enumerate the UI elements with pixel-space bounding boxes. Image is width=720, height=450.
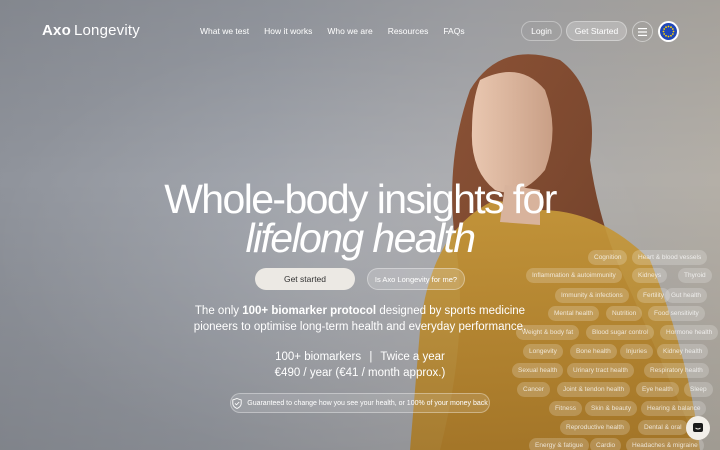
stat-frequency: Twice a year [380,351,445,363]
region-button[interactable] [658,21,679,42]
main-menu: What we test How it works Who we are Res… [200,26,465,36]
shield-check-icon [232,397,242,409]
eu-flag-icon [660,23,677,40]
tag: Immunity & infections [555,288,629,303]
tag: Fitness [549,401,582,416]
desc-pre: The only [194,305,243,317]
stat-biomarkers: 100+ biomarkers [275,351,362,363]
chat-icon [693,423,703,432]
tag: Energy & fatigue [529,438,590,450]
nav-what-we-test[interactable]: What we test [200,26,249,36]
tag: Cancer [517,382,550,397]
brand-logo[interactable]: Axo Longevity [42,22,140,39]
hamburger-icon [638,27,647,36]
tag: Inflammation & autoimmunity [526,268,622,283]
get-started-button[interactable]: Get started [255,268,355,290]
tag: Cardio [590,438,622,450]
tag: Kidneys [632,268,668,283]
menu-button[interactable] [632,21,653,42]
stat-separator: | [369,351,373,363]
tag: Sleep [684,382,713,397]
tag: Hearing & balance [641,401,707,416]
hero-title-line2: lifelong health [245,215,476,261]
tag: Gut health [665,288,707,303]
chat-launcher[interactable] [686,416,710,440]
stats-line: 100+ biomarkers | Twice a year [0,351,720,363]
desc-bold: 100+ biomarker protocol [242,305,377,317]
tag: Eye health [636,382,679,397]
nav-faqs[interactable]: FAQs [443,26,464,36]
price-line: €490 / year (€41 / month approx.) [274,367,446,379]
guarantee-badge: Guaranteed to change how you see your he… [230,393,490,413]
is-axo-for-me-button[interactable]: Is Axo Longevity for me? [367,268,465,290]
logo-bold: Axo [42,22,71,39]
tag: Joint & tendon health [557,382,631,397]
tag: Reproductive health [560,420,630,435]
logo-rest: Longevity [73,22,140,39]
login-button[interactable]: Login [521,21,562,41]
nav-who-we-are[interactable]: Who we are [327,26,372,36]
tag: Thyroid [678,268,712,283]
hero-description-line2: pioneers to optimise long-term health an… [193,321,527,333]
get-started-nav-button[interactable]: Get Started [566,21,627,41]
nav-how-it-works[interactable]: How it works [264,26,312,36]
tag: Headaches & migraine [626,438,704,450]
desc-post: designed by sports medicine [376,305,526,317]
hero-description-line1: The only 100+ biomarker protocol designe… [0,303,720,319]
top-nav: Axo Longevity What we test How it works W… [0,0,720,62]
nav-resources[interactable]: Resources [388,26,429,36]
tag: Skin & beauty [585,401,638,416]
tag: Dental & oral [638,420,688,435]
guarantee-text: Guaranteed to change how you see your he… [247,399,488,407]
